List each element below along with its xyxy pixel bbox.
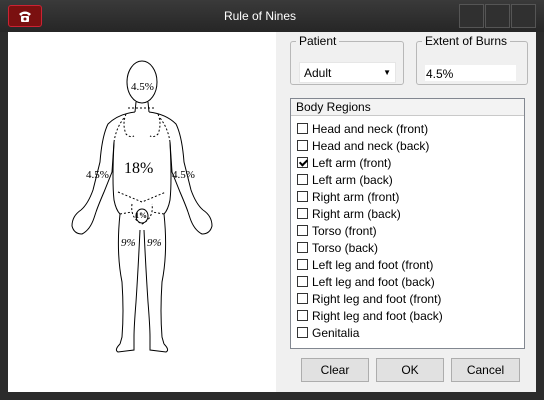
region-item-genitalia[interactable]: Genitalia [297, 324, 521, 341]
region-item-head-neck-back[interactable]: Head and neck (back) [297, 137, 521, 154]
region-checkbox[interactable] [297, 208, 308, 219]
region-item-head-neck-front[interactable]: Head and neck (front) [297, 120, 521, 137]
region-label: Right leg and foot (front) [312, 291, 442, 306]
right-arm-percent-label: 4.5% [86, 169, 109, 181]
chevron-down-icon[interactable]: ▼ [383, 68, 391, 77]
patient-group: Patient Adult ▼ [290, 34, 404, 85]
body-regions-header: Body Regions [291, 99, 524, 116]
region-label: Torso (front) [312, 223, 377, 238]
extent-value-field[interactable]: 4.5% [425, 65, 516, 81]
cancel-button[interactable]: Cancel [451, 358, 520, 382]
region-item-right-leg-back[interactable]: Right leg and foot (back) [297, 307, 521, 324]
maximize-button[interactable] [485, 4, 510, 28]
region-item-right-arm-back[interactable]: Right arm (back) [297, 205, 521, 222]
region-label: Genitalia [312, 325, 360, 340]
telephone-icon[interactable] [8, 5, 42, 27]
region-item-left-leg-back[interactable]: Left leg and foot (back) [297, 273, 521, 290]
region-label: Left leg and foot (back) [312, 274, 435, 289]
right-leg-percent-label: 9% [121, 237, 136, 249]
extent-legend: Extent of Burns [425, 34, 508, 48]
region-checkbox[interactable] [297, 242, 308, 253]
region-label: Left arm (front) [312, 155, 392, 170]
region-item-left-arm-front[interactable]: Left arm (front) [297, 154, 521, 171]
region-label: Head and neck (back) [312, 138, 430, 153]
patient-legend: Patient [299, 34, 337, 48]
left-leg-percent-label: 9% [147, 237, 162, 249]
region-checkbox[interactable] [297, 157, 308, 168]
region-item-left-leg-front[interactable]: Left leg and foot (front) [297, 256, 521, 273]
title-bar[interactable]: Rule of Nines [0, 0, 544, 32]
patient-type-dropdown[interactable]: Adult ▼ [299, 62, 396, 83]
region-checkbox[interactable] [297, 293, 308, 304]
region-label: Head and neck (front) [312, 121, 429, 136]
region-label: Right arm (front) [312, 189, 400, 204]
region-item-torso-front[interactable]: Torso (front) [297, 222, 521, 239]
region-label: Torso (back) [312, 240, 379, 255]
minimize-button[interactable] [459, 4, 484, 28]
region-item-right-leg-front[interactable]: Right leg and foot (front) [297, 290, 521, 307]
dialog-client-area: 4.5% 18% 4.5% 4.5% 1% 9% 9% Patient Adul… [8, 32, 536, 392]
body-regions-items: Head and neck (front) Head and neck (bac… [297, 120, 521, 341]
body-regions-list[interactable]: Body Regions Head and neck (front) Head … [290, 98, 525, 349]
patient-type-value: Adult [304, 66, 332, 80]
region-item-left-arm-back[interactable]: Left arm (back) [297, 171, 521, 188]
region-label: Left arm (back) [312, 172, 393, 187]
region-checkbox[interactable] [297, 225, 308, 236]
region-checkbox[interactable] [297, 310, 308, 321]
body-figure-panel[interactable]: 4.5% 18% 4.5% 4.5% 1% 9% 9% [8, 32, 276, 392]
clear-button[interactable]: Clear [301, 358, 369, 382]
genitalia-percent-label: 1% [135, 211, 147, 220]
ok-button[interactable]: OK [376, 358, 444, 382]
region-checkbox[interactable] [297, 191, 308, 202]
region-checkbox[interactable] [297, 327, 308, 338]
close-button[interactable] [511, 4, 536, 28]
region-label: Left leg and foot (front) [312, 257, 434, 272]
rule-of-nines-window: Rule of Nines 4.5% 18% 4.5% 4.5% 1% 9% 9… [0, 0, 544, 400]
region-checkbox[interactable] [297, 276, 308, 287]
region-label: Right leg and foot (back) [312, 308, 443, 323]
left-arm-percent-label: 4.5% [172, 169, 195, 181]
region-checkbox[interactable] [297, 140, 308, 151]
torso-percent-label: 18% [124, 160, 154, 177]
head-percent-label: 4.5% [131, 81, 154, 93]
window-title: Rule of Nines [223, 9, 297, 23]
region-item-torso-back[interactable]: Torso (back) [297, 239, 521, 256]
region-checkbox[interactable] [297, 174, 308, 185]
region-label: Right arm (back) [312, 206, 401, 221]
region-checkbox[interactable] [297, 123, 308, 134]
region-item-right-arm-front[interactable]: Right arm (front) [297, 188, 521, 205]
region-checkbox[interactable] [297, 259, 308, 270]
extent-of-burns-group: Extent of Burns 4.5% [416, 34, 528, 85]
